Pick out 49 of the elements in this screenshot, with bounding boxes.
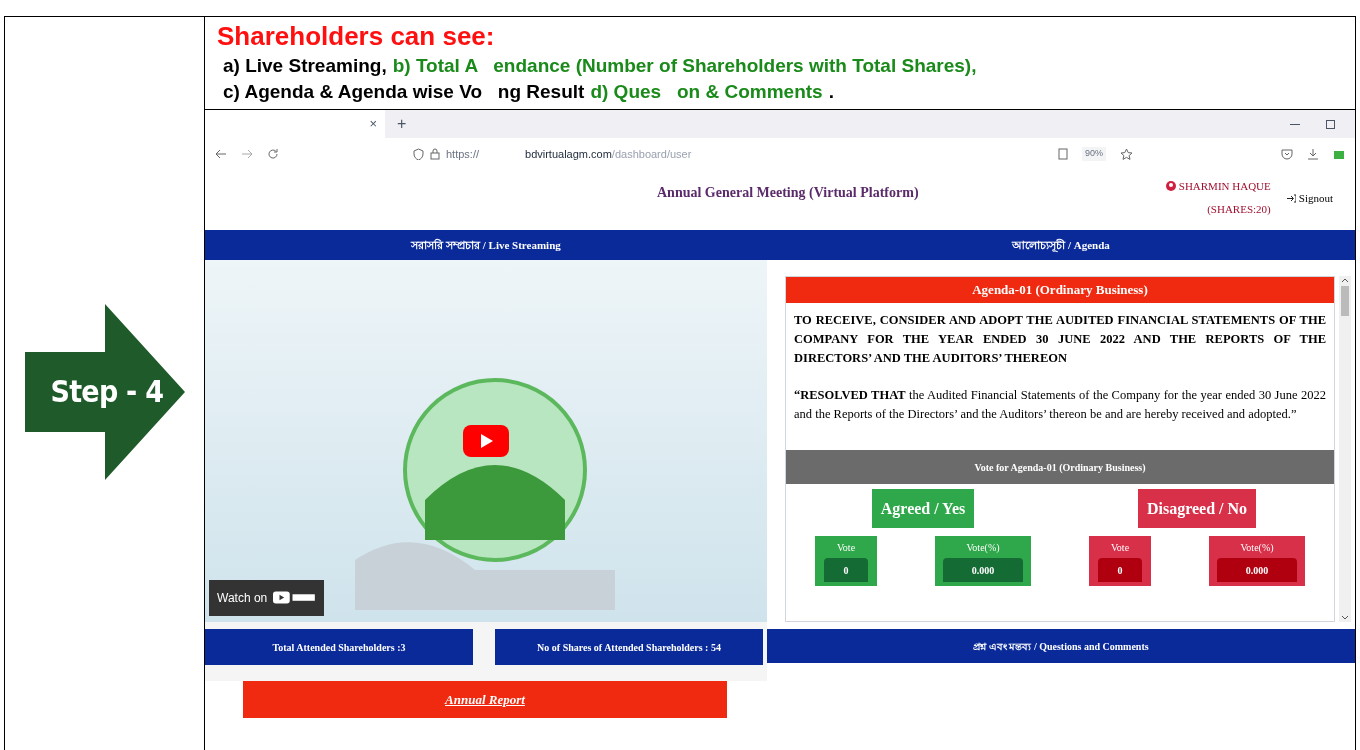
shield-icon (413, 148, 424, 160)
section-header: সরাসরি সম্প্রচার / Live Streaming (205, 230, 767, 260)
url-text[interactable]: https:// bdvirtualagm.com/dashboard/user (446, 145, 692, 163)
agenda-title: Agenda-01 (Ordinary Business) (786, 277, 1334, 303)
new-tab-button[interactable]: + (397, 112, 407, 136)
scroll-up-icon[interactable] (1341, 276, 1349, 284)
reload-icon[interactable] (267, 148, 279, 160)
youtube-logo-icon (273, 591, 316, 605)
vote-percent-box: Vote(%) 0.000 (935, 536, 1031, 586)
video-thumbnail[interactable]: Watch on (205, 260, 767, 622)
resolution-text: “RESOLVED THAT the Audited Financial Statements of the Company for the year ended 30 June 2022 and the Reports of the Directors’ and the Auditors’ thereon be and are hereby received and adopted.” (793, 387, 1327, 423)
user-icon (1165, 181, 1176, 192)
vote-count-box: Vote 0 (815, 536, 877, 586)
user-name: SHARMIN HAQUE (1178, 179, 1271, 194)
section-header: প্রশ্ন এবং মন্তব্য / Questions and Comments (767, 629, 1355, 663)
user-shares: (SHARES:20) (1207, 201, 1271, 217)
intro-text: b) Total A endance (Number of Shareholders with Total Shares), (392, 54, 977, 78)
signout-link[interactable]: Signout (1298, 190, 1333, 207)
intro-text: a) Live Streaming, (223, 54, 387, 78)
lock-icon (430, 148, 440, 160)
intro-text: c) Agenda & Agenda wise Vo ng Result (223, 80, 585, 104)
vote-percent-box: Vote(%) 0.000 (1209, 536, 1305, 586)
stat-bar: No of Shares of Attended Shareholders : 54 (495, 629, 763, 665)
back-icon[interactable] (215, 148, 227, 160)
scroll-down-icon[interactable] (1341, 614, 1349, 622)
scroll-thumb[interactable] (1341, 286, 1349, 316)
vote-count-box: Vote 0 (1089, 536, 1151, 586)
play-icon[interactable] (463, 425, 509, 457)
intro-text: d) Ques on & Comments (590, 80, 823, 104)
restore-icon[interactable] (1326, 119, 1335, 129)
reader-icon[interactable] (1058, 148, 1068, 160)
intro-title: Shareholders can see: (217, 20, 496, 53)
page-title: Annual General Meeting (Virtual Platform) (657, 184, 919, 202)
signout-icon (1286, 193, 1296, 203)
tab-close-button[interactable]: × (369, 114, 377, 134)
vote-option-button[interactable]: Disagreed / No (1137, 489, 1257, 528)
vote-header: Vote for Agenda-01 (Ordinary Business) (786, 450, 1334, 484)
step-label: Step - 4 (50, 373, 164, 411)
minimize-icon[interactable] (1290, 123, 1300, 125)
annual-report-button[interactable]: Annual Report (243, 681, 727, 718)
download-icon[interactable] (1307, 148, 1319, 160)
agenda-statement: TO RECEIVE, CONSIDER AND ADOPT THE AUDITED FINANCIAL STATEMENTS OF THE COMPANY FOR THE YEAR ENDED 30 JUNE 2022 AND THE REPORTS OF THE DIRECTORS’ AND THE AUDITORS’ THEREON (793, 312, 1327, 367)
zoom-level[interactable]: 90% (1082, 147, 1106, 161)
watch-on-youtube-button[interactable]: Watch on (209, 580, 324, 616)
pocket-icon[interactable] (1281, 148, 1293, 160)
stat-bar: Total Attended Shareholders :3 (205, 629, 473, 665)
star-icon[interactable] (1120, 147, 1133, 161)
intro-text: . (828, 80, 834, 104)
section-header: আলোচ্যসূচী / Agenda (767, 230, 1355, 260)
